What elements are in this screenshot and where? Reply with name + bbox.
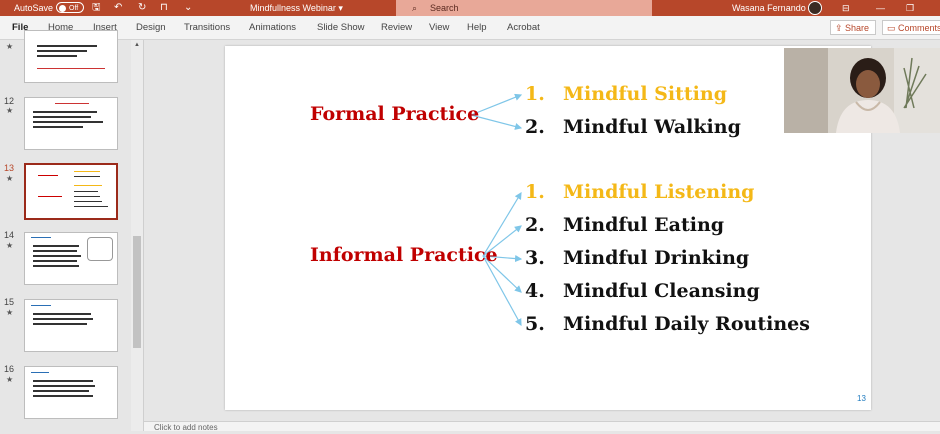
slide-number: 12 [4,96,15,106]
animation-star-icon: ★ [6,174,14,183]
slide-thumbnail[interactable] [24,97,118,150]
tab-help[interactable]: Help [467,16,487,40]
minimize-icon[interactable]: — [876,0,885,16]
informal-item: 1. Mindful Listening [525,181,754,203]
tab-acrobat[interactable]: Acrobat [507,16,540,40]
scrollbar-thumb[interactable] [133,236,141,348]
slide-number: 16 [4,364,15,374]
title-bar: AutoSave Off 🖫 ↶ ↻ ⊓ ⌄ Mindfullness Webi… [0,0,940,16]
informal-item: 2. Mindful Eating [525,214,724,236]
search-icon: ⌕ [412,3,418,13]
animation-star-icon: ★ [6,241,14,250]
formal-practice-label: Formal Practice [310,103,480,125]
connector-arrow [482,255,522,327]
share-button[interactable]: ⇪ Share [830,20,877,35]
informal-item: 3. Mindful Drinking [525,247,749,269]
scroll-up-icon[interactable]: ▲ [133,41,141,49]
autosave-state: Off [69,5,79,12]
slide-thumbnail-active[interactable] [24,163,118,220]
slide-thumbnail[interactable] [24,30,118,83]
customize-qat-icon[interactable]: ⌄ [184,0,192,16]
comment-icon: ▭ [887,23,899,33]
item-number: 5. [525,313,545,335]
search-placeholder: Search [430,3,459,13]
item-text: Mindful Cleansing [563,280,760,302]
share-icon: ⇪ [835,23,846,33]
present-icon[interactable]: ⊓ [160,0,168,16]
undo-icon[interactable]: ↶ [114,0,122,16]
comments-button[interactable]: ▭ Comments [882,20,940,35]
tab-animations[interactable]: Animations [249,16,296,40]
slide-page-number: 13 [857,394,866,403]
animation-star-icon: ★ [6,308,14,317]
toggle-knob [59,5,66,12]
slide-thumbnail[interactable] [24,366,118,419]
chevron-down-icon: ▾ [338,3,343,13]
slide-thumbnail[interactable] [24,232,118,285]
slide-canvas[interactable]: Formal Practice Informal Practice 1. Mind… [225,46,871,410]
slide-number: 14 [4,230,15,240]
animation-star-icon: ★ [6,106,14,115]
user-name[interactable]: Wasana Fernando [732,0,806,16]
ribbon-display-icon[interactable]: ⊟ [842,0,850,16]
item-number: 2. [525,116,545,138]
search-box[interactable]: ⌕ Search [396,0,652,16]
slide-number: 13 [4,163,15,173]
document-title[interactable]: Mindfullness Webinar ▾ [250,0,343,16]
item-text: Mindful Daily Routines [563,313,810,335]
item-number: 3. [525,247,545,269]
item-number: 1. [525,83,545,105]
presenter-video-icon [784,48,940,133]
item-text: Mindful Sitting [563,83,727,105]
comments-label: Comments [898,23,940,33]
slide-thumbnail[interactable] [24,299,118,352]
item-number: 4. [525,280,545,302]
user-avatar[interactable] [808,1,822,15]
informal-item: 4. Mindful Cleansing [525,280,760,302]
notes-pane[interactable]: Click to add notes [144,421,940,432]
thumbnail-scrollbar[interactable]: ▲ [131,40,143,431]
autosave-toggle[interactable]: Off [56,2,84,13]
slide-number: 15 [4,297,15,307]
document-title-text: Mindfullness Webinar [250,3,336,13]
informal-item: 5. Mindful Daily Routines [525,313,810,335]
autosave-label: AutoSave [14,3,54,13]
tab-slide-show[interactable]: Slide Show [317,16,365,40]
item-text: Mindful Listening [563,181,755,203]
item-text: Mindful Drinking [563,247,750,269]
animation-star-icon: ★ [6,375,14,384]
ribbon-tabs: File Home Insert Design Transitions Anim… [0,16,940,40]
item-text: Mindful Eating [563,214,725,236]
formal-item: 1. Mindful Sitting [525,83,727,105]
webcam-video [784,48,940,133]
redo-icon[interactable]: ↻ [138,0,146,16]
item-text: Mindful Walking [563,116,741,138]
item-number: 2. [525,214,545,236]
tab-transitions[interactable]: Transitions [184,16,230,40]
tab-design[interactable]: Design [136,16,166,40]
save-icon[interactable]: 🖫 [92,0,101,16]
tab-view[interactable]: View [429,16,449,40]
animation-star-icon: ★ [6,42,14,51]
share-label: Share [845,23,870,33]
slide-thumbnail-pane: ★ 12 ★ 13 ★ 14 ★ 15 ★ 16 ★ ▲ [0,30,144,431]
formal-item: 2. Mindful Walking [525,116,741,138]
restore-icon[interactable]: ❐ [906,0,914,16]
tab-review[interactable]: Review [381,16,412,40]
item-number: 1. [525,181,545,203]
informal-practice-label: Informal Practice [310,244,498,266]
